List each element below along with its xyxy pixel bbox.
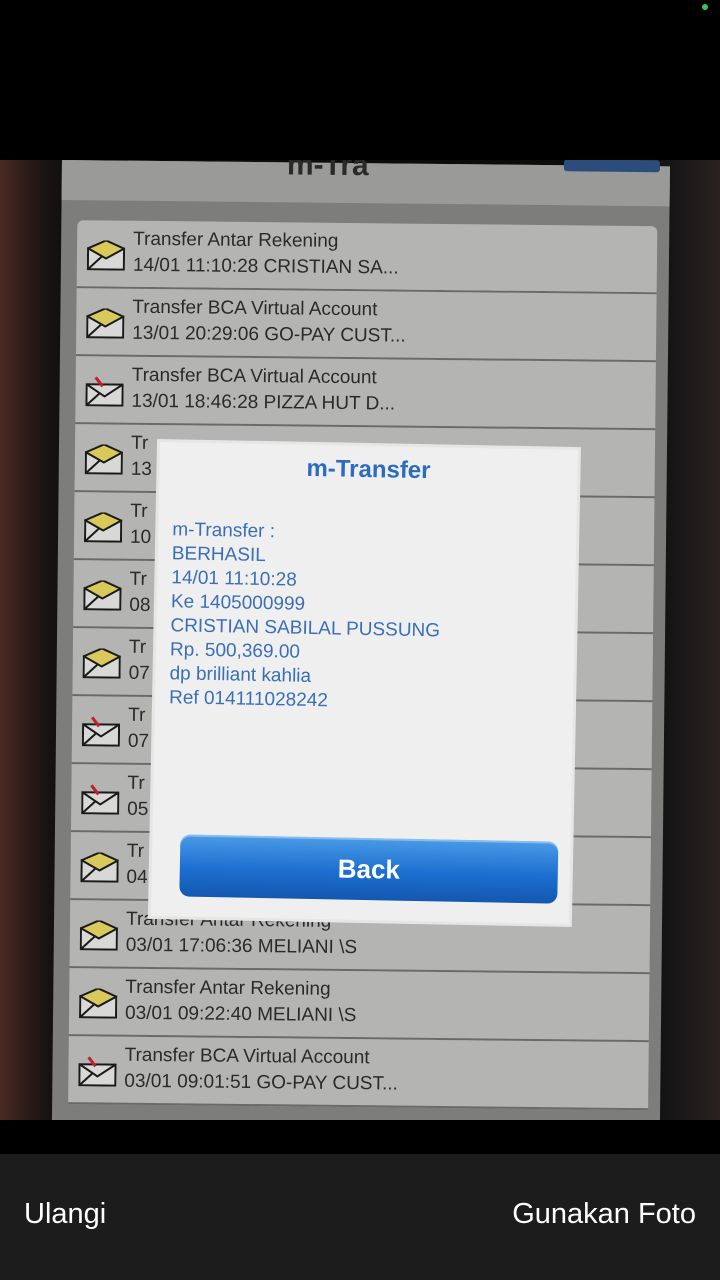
- message-row: Transfer BCA Virtual Account 13/01 18:46:…: [75, 356, 656, 431]
- screen-header-title: m-Tra: [286, 160, 369, 183]
- message-row: Transfer Antar Rekening 03/01 09:22:40 ME…: [68, 968, 650, 1043]
- message-subtitle: 13/01 20:29:06 GO-PAY CUST...: [132, 322, 406, 347]
- message-title: Transfer BCA Virtual Account: [124, 1044, 370, 1069]
- envelope-open-icon: [85, 376, 124, 407]
- envelope-closed-icon: [83, 443, 125, 475]
- message-subtitle: 07: [127, 730, 150, 752]
- dialog-title: m-Transfer: [306, 454, 431, 485]
- message-row: Transfer BCA Virtual Account 03/01 09:01:…: [68, 1036, 649, 1111]
- message-title: Tr: [129, 568, 147, 590]
- message-row: Transfer BCA Virtual Account 13/01 20:29:…: [75, 288, 657, 363]
- envelope-open-icon: [81, 716, 121, 747]
- message-title: Tr: [130, 500, 148, 522]
- envelope-closed-icon: [79, 851, 120, 883]
- message-subtitle: 03/01 09:22:40 MELIANI \S: [124, 1002, 357, 1027]
- message-subtitle: 13/01 18:46:28 PIZZA HUT D...: [131, 390, 396, 415]
- envelope-open-icon: [78, 1056, 117, 1087]
- envelope-closed-icon: [82, 579, 123, 611]
- message-subtitle: 13: [130, 458, 153, 480]
- message-title: Tr: [128, 704, 146, 726]
- envelope-closed-icon: [85, 307, 126, 339]
- envelope-closed-icon: [81, 647, 123, 679]
- retake-button[interactable]: Ulangi: [24, 1198, 106, 1231]
- message-title: Transfer BCA Virtual Account: [131, 364, 377, 389]
- envelope-closed-icon: [85, 239, 127, 271]
- message-title: Tr: [127, 772, 145, 794]
- use-photo-button[interactable]: Gunakan Foto: [512, 1198, 696, 1231]
- envelope-open-icon: [81, 784, 120, 815]
- dialog-body: m-Transfer : BERHASIL 14/01 11:10:28 Ke …: [169, 518, 442, 715]
- header-button: [563, 160, 661, 173]
- transfer-dialog: m-Transfer m-Transfer : BERHASIL 14/01 1…: [150, 442, 578, 924]
- message-subtitle: 03/01 09:01:51 GO-PAY CUST...: [124, 1070, 398, 1095]
- envelope-closed-icon: [78, 987, 119, 1019]
- envelope-closed-icon: [78, 919, 120, 951]
- message-subtitle: 08: [129, 594, 151, 616]
- message-title: Tr: [128, 636, 147, 658]
- message-title: Transfer Antar Rekening: [125, 976, 331, 1000]
- message-title: Transfer BCA Virtual Account: [132, 296, 378, 321]
- message-subtitle: 03/01 17:06:36 MELIANI \S: [125, 934, 358, 959]
- message-subtitle: 07: [128, 662, 150, 684]
- back-button: Back: [179, 834, 559, 904]
- screen-header: m-Tra: [61, 160, 670, 207]
- message-subtitle: 04: [126, 866, 148, 888]
- camera-indicator-dot: [702, 4, 708, 10]
- message-title: Tr: [130, 432, 149, 454]
- message-subtitle: 05: [127, 798, 149, 820]
- message-title: Transfer Antar Rekening: [133, 228, 339, 252]
- message-row: Transfer Antar Rekening 14/01 11:10:28 CR…: [76, 220, 658, 295]
- captured-photo: m-Tra Transfer Antar Rekening 14/01 11:10…: [0, 160, 720, 1120]
- message-title: Tr: [126, 840, 145, 862]
- message-subtitle: 14/01 11:10:28 CRISTIAN SA...: [132, 254, 399, 279]
- dialog-line: Ref 014111028242: [168, 687, 329, 712]
- message-subtitle: 10: [129, 526, 152, 548]
- envelope-closed-icon: [82, 511, 124, 543]
